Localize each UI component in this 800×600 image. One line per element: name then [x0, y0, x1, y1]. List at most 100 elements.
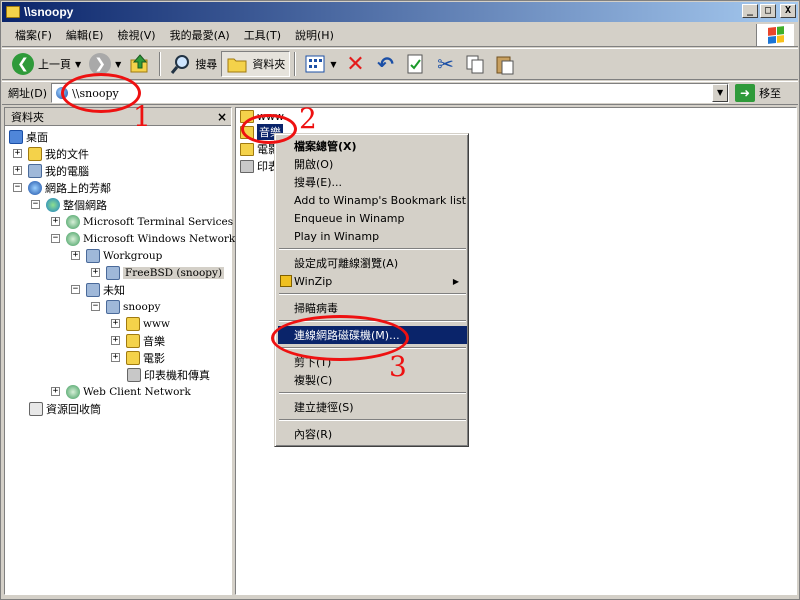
folder-icon — [226, 53, 248, 75]
search-button[interactable]: 搜尋 — [165, 51, 221, 77]
context-menu: 檔案總管(X) 開啟(O) 搜尋(E)... Add to Winamp's B… — [274, 133, 469, 447]
menu-item-scan-virus[interactable]: 掃瞄病毒 — [278, 299, 467, 317]
computer-icon — [106, 265, 120, 280]
menu-file[interactable]: 檔案(F) — [8, 25, 59, 45]
tree-item-windows-network[interactable]: − Microsoft Windows Network — [51, 230, 235, 247]
tree-item-printers-faxes[interactable]: 印表機和傳真 — [127, 366, 210, 383]
explorer-window: \\snoopy _ □ X 檔案(F) 編輯(E) 檢視(V) 我的最愛(A)… — [0, 0, 800, 600]
expand-icon[interactable]: + — [13, 149, 22, 158]
views-button[interactable]: ▼ — [300, 51, 340, 77]
back-dropdown-icon[interactable]: ▼ — [75, 60, 81, 69]
tree-item-entire-network[interactable]: − 整個網路 — [31, 196, 107, 213]
menu-view[interactable]: 檢視(V) — [110, 25, 162, 45]
title-bar[interactable]: \\snoopy _ □ X — [2, 2, 798, 22]
folders-label: 資料夾 — [252, 58, 286, 71]
tree-item-network-places[interactable]: − 網路上的芳鄰 — [13, 179, 111, 196]
menu-item-winamp-bookmark[interactable]: Add to Winamp's Bookmark list — [278, 191, 467, 209]
tree-item-my-computer[interactable]: + 我的電腦 — [13, 162, 89, 179]
tree-item-my-documents[interactable]: + 我的文件 — [13, 145, 89, 162]
menu-item-properties[interactable]: 內容(R) — [278, 425, 467, 443]
annotation-ellipse-music — [241, 114, 297, 144]
undo-button[interactable]: ↶ — [370, 51, 400, 77]
workgroup-icon — [86, 282, 100, 297]
collapse-icon[interactable]: − — [31, 200, 40, 209]
menu-help[interactable]: 說明(H) — [288, 25, 341, 45]
recycle-bin-icon — [29, 401, 43, 416]
forward-arrow-icon: ❯ — [89, 53, 112, 75]
expand-icon[interactable]: + — [51, 387, 60, 396]
expand-icon[interactable]: + — [91, 268, 100, 277]
menu-item-search[interactable]: 搜尋(E)... — [278, 173, 467, 191]
expand-icon[interactable]: + — [13, 166, 22, 175]
go-button[interactable]: ➜ 移至 — [735, 84, 781, 102]
toolbar-separator — [159, 52, 162, 76]
minimize-button[interactable]: _ — [742, 4, 758, 18]
back-button[interactable]: ❮ 上一頁 ▼ — [8, 51, 85, 77]
menu-item-winzip[interactable]: WinZip ▶ — [278, 272, 467, 290]
folders-pane-title: 資料夾 — [11, 110, 44, 124]
printer-icon — [127, 367, 141, 382]
tree-item-terminal-services[interactable]: + Microsoft Terminal Services — [51, 213, 233, 230]
window-title: \\snoopy — [24, 5, 74, 19]
cut-button[interactable]: ✂ — [430, 51, 460, 77]
collapse-icon[interactable]: − — [51, 234, 60, 243]
forward-dropdown-icon[interactable]: ▼ — [115, 60, 121, 69]
shared-folder-icon — [126, 333, 140, 348]
menu-item-make-offline[interactable]: 設定成可離線瀏覽(A) — [278, 254, 467, 272]
menu-separator — [279, 392, 466, 394]
expand-icon[interactable]: + — [51, 217, 60, 226]
address-input[interactable]: \\snoopy ▼ — [51, 83, 730, 103]
tree-item-freebsd[interactable]: + FreeBSD (snoopy) — [91, 264, 225, 281]
tree-item-www[interactable]: + www — [111, 315, 170, 332]
annotation-ellipse-address — [61, 73, 141, 113]
maximize-button[interactable]: □ — [760, 4, 776, 18]
collapse-icon[interactable]: − — [91, 302, 100, 311]
shared-folder-icon — [126, 350, 140, 365]
tree-item-workgroup[interactable]: + Workgroup — [71, 247, 162, 264]
menu-separator — [279, 419, 466, 421]
printer-icon — [240, 159, 254, 173]
search-label: 搜尋 — [195, 58, 218, 71]
address-dropdown-icon[interactable]: ▼ — [712, 84, 729, 102]
copy-button[interactable] — [460, 51, 490, 77]
delete-button[interactable]: ✕ — [340, 51, 370, 77]
collapse-icon[interactable]: − — [13, 183, 22, 192]
tree-item-snoopy[interactable]: − snoopy — [91, 298, 160, 315]
expand-icon[interactable]: + — [111, 319, 120, 328]
expand-icon[interactable]: + — [111, 336, 120, 345]
menu-item-explore[interactable]: 檔案總管(X) — [278, 137, 467, 155]
close-button[interactable]: X — [780, 4, 796, 18]
properties-button[interactable] — [400, 51, 430, 77]
tree-item-unknown[interactable]: − 未知 — [71, 281, 125, 298]
menu-item-winamp-play[interactable]: Play in Winamp — [278, 227, 467, 245]
globe-icon — [46, 197, 60, 212]
tree-item-recycle-bin[interactable]: 資源回收筒 — [29, 400, 101, 417]
tree-item-movies[interactable]: + 電影 — [111, 349, 165, 366]
views-dropdown-icon[interactable]: ▼ — [330, 60, 336, 69]
computer-icon — [106, 299, 120, 314]
menu-item-winamp-enqueue[interactable]: Enqueue in Winamp — [278, 209, 467, 227]
expand-icon[interactable]: + — [71, 251, 80, 260]
close-icon[interactable]: × — [217, 110, 227, 124]
back-arrow-icon: ❮ — [12, 53, 34, 75]
menu-item-open[interactable]: 開啟(O) — [278, 155, 467, 173]
menu-item-copy[interactable]: 複製(C) — [278, 371, 467, 389]
tree-item-music[interactable]: + 音樂 — [111, 332, 165, 349]
menu-tools[interactable]: 工具(T) — [237, 25, 288, 45]
folders-button[interactable]: 資料夾 — [221, 51, 291, 77]
tree-item-desktop[interactable]: 桌面 — [9, 128, 48, 145]
network-globe-icon — [66, 214, 80, 229]
back-label: 上一頁 — [38, 58, 71, 71]
address-label: 網址(D) — [8, 87, 48, 100]
magnifier-icon — [169, 53, 191, 75]
scissors-icon: ✂ — [437, 52, 454, 76]
menu-edit[interactable]: 編輯(E) — [59, 25, 111, 45]
paste-button[interactable] — [490, 51, 520, 77]
menu-bar: 檔案(F) 編輯(E) 檢視(V) 我的最愛(A) 工具(T) 說明(H) — [2, 23, 798, 47]
collapse-icon[interactable]: − — [71, 285, 80, 294]
menu-favorites[interactable]: 我的最愛(A) — [163, 25, 237, 45]
menu-item-create-shortcut[interactable]: 建立捷徑(S) — [278, 398, 467, 416]
up-button[interactable] — [125, 51, 155, 77]
tree-item-web-client-network[interactable]: + Web Client Network — [51, 383, 191, 400]
expand-icon[interactable]: + — [111, 353, 120, 362]
